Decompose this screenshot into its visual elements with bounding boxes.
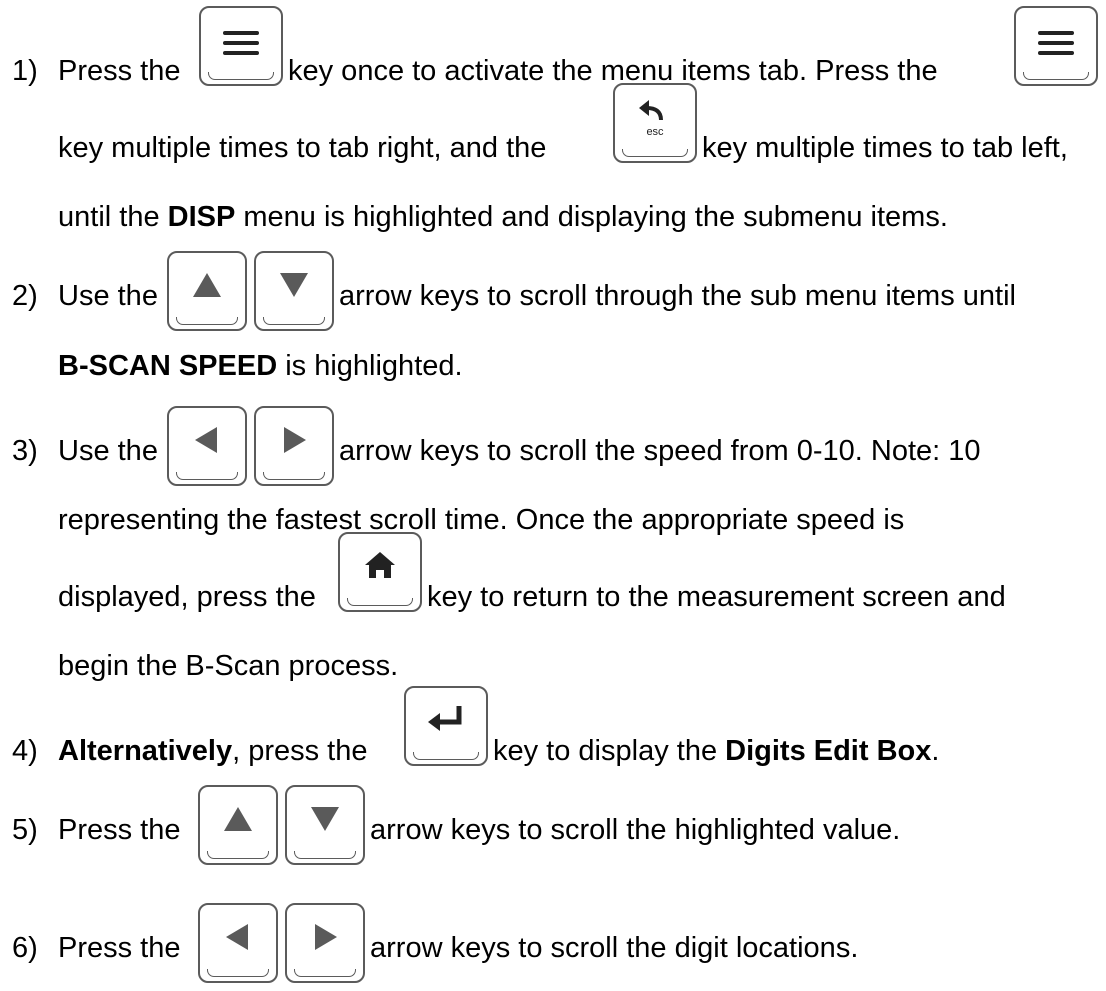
step-text: displayed, press the xyxy=(58,581,316,613)
step-text: Use the xyxy=(58,280,158,312)
esc-label: esc xyxy=(646,126,664,138)
down-arrow-icon xyxy=(254,251,334,331)
enter-key-icon xyxy=(404,686,488,766)
step-text: Use the xyxy=(58,435,158,467)
setting-name: B-SCAN SPEED xyxy=(58,350,278,382)
step-text: key to display the xyxy=(493,735,718,767)
step-number: 1) xyxy=(12,55,38,87)
up-arrow-icon xyxy=(198,785,278,865)
home-key-icon xyxy=(338,532,422,612)
step-text: begin the B-Scan process. xyxy=(58,650,399,682)
down-arrow-icon xyxy=(285,785,365,865)
right-arrow-icon xyxy=(285,903,365,983)
emphasis-digits-edit-box: Digits Edit Box xyxy=(725,735,932,767)
step-text: key once to activate the menu items tab.… xyxy=(288,55,938,87)
step-number: 6) xyxy=(12,932,38,964)
step-text: Press the xyxy=(58,932,181,964)
step-number: 3) xyxy=(12,435,38,467)
step-text: key multiple times to tab right, and the xyxy=(58,132,547,164)
step-text: until the xyxy=(58,201,160,233)
step-text: representing the fastest scroll time. On… xyxy=(58,504,905,536)
step-number: 4) xyxy=(12,735,38,767)
step-number: 5) xyxy=(12,814,38,846)
left-arrow-icon xyxy=(198,903,278,983)
period: . xyxy=(931,735,940,767)
step-text: arrow keys to scroll the speed from 0-10… xyxy=(339,435,981,467)
step-text: arrow keys to scroll the digit locations… xyxy=(370,932,859,964)
step-text: Press the xyxy=(58,814,181,846)
step-text: menu is highlighted and displaying the s… xyxy=(243,201,948,233)
up-arrow-icon xyxy=(167,251,247,331)
step-text: arrow keys to scroll through the sub men… xyxy=(339,280,1016,312)
step-text: , press the xyxy=(232,735,368,767)
left-arrow-icon xyxy=(167,406,247,486)
emphasis-alternatively: Alternatively xyxy=(58,735,233,767)
step-number: 2) xyxy=(12,280,38,312)
step-text: arrow keys to scroll the highlighted val… xyxy=(370,814,901,846)
menu-name-disp: DISP xyxy=(167,201,236,233)
menu-key-icon xyxy=(1014,6,1098,86)
step-text: key multiple times to tab left, xyxy=(702,132,1068,164)
step-text: is highlighted. xyxy=(285,350,463,382)
menu-key-icon xyxy=(199,6,283,86)
right-arrow-icon xyxy=(254,406,334,486)
esc-key-icon: esc xyxy=(613,83,697,163)
step-text: Press the xyxy=(58,55,181,87)
step-text: key to return to the measurement screen … xyxy=(427,581,1006,613)
